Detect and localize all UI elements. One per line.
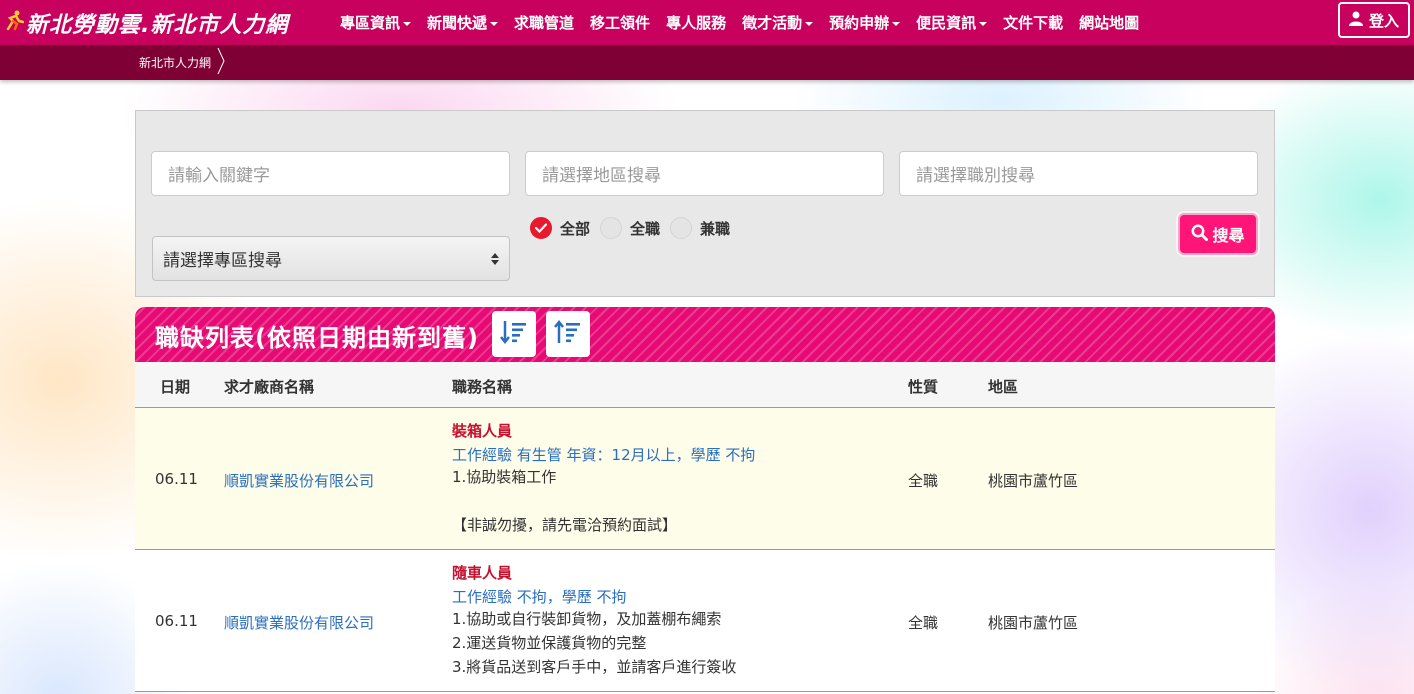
radio-label: 全職	[630, 219, 661, 238]
row-job-cell: 裝箱人員 工作經驗 有生管 年資：12月以上，學歷 不拘 1.協助裝箱工作 【非…	[452, 420, 892, 537]
nav-item-public-info[interactable]: 便民資訊	[908, 12, 995, 33]
job-category-input[interactable]: 請選擇職別搜尋	[899, 151, 1258, 196]
sort-ascending-button[interactable]	[546, 311, 590, 357]
radio-all[interactable]: 全部	[530, 217, 590, 239]
site-name: 新北勞動雲.新北市人力網	[26, 12, 289, 38]
job-desc-line: 2.運送貨物並保護貨物的完整	[452, 634, 647, 652]
user-icon	[1348, 11, 1363, 30]
breadcrumb-bar: 新北市人力網	[0, 45, 1414, 80]
checkmark-icon	[530, 217, 552, 239]
job-description: 1.協助裝箱工作 【非誠勿擾，請先電洽預約面試】	[452, 465, 892, 537]
row-job-type: 全職	[908, 472, 939, 490]
row-company-link[interactable]: 順凱實業股份有限公司	[224, 612, 374, 633]
job-requirements: 工作經驗 不拘，學歷 不拘	[452, 588, 627, 606]
zone-select-value: 請選擇專區搜尋	[163, 251, 282, 271]
nav-item-reservations[interactable]: 預約申辦	[821, 12, 908, 33]
nav-label: 專區資訊	[340, 14, 401, 32]
area-placeholder: 請選擇地區搜尋	[542, 166, 661, 186]
caret-down-icon	[979, 21, 988, 26]
site-logo[interactable]: 新北勞動雲.新北市人力網	[0, 0, 318, 45]
radio-label: 兼職	[700, 219, 731, 238]
main-menu: 專區資訊 新聞快遞 求職管道 移工領件 專人服務 徵才活動 預約申辦 便民資訊 …	[332, 0, 1147, 45]
top-navbar: 新北勞動雲.新北市人力網 專區資訊 新聞快遞 求職管道 移工領件 專人服務 徵才…	[0, 0, 1414, 45]
job-desc-line: 1.協助或自行裝卸貨物，及加蓋棚布繩索	[452, 610, 722, 628]
job-desc-line: 3.將貨品送到客戶手中，並請客戶進行簽收	[452, 658, 737, 676]
job-desc-line: 1.協助裝箱工作	[452, 468, 557, 486]
job-desc-line: 【非誠勿擾，請先電洽預約面試】	[452, 516, 678, 534]
search-panel: 請輸入關鍵字 請選擇地區搜尋 請選擇職別搜尋 請選擇專區搜尋 全部 全職 兼職 …	[135, 110, 1275, 297]
table-row: 06.11 順凱實業股份有限公司 裝箱人員 工作經驗 有生管 年資：12月以上，…	[135, 408, 1275, 550]
nav-label: 便民資訊	[916, 14, 977, 32]
nav-item-recruitment-events[interactable]: 徵才活動	[734, 12, 821, 33]
search-button[interactable]: 搜尋	[1178, 213, 1258, 255]
radio-label: 全部	[560, 219, 591, 238]
row-area: 桃園市蘆竹區	[988, 472, 1079, 490]
column-header-type: 性質	[908, 378, 939, 396]
search-icon	[1191, 224, 1209, 245]
nav-label: 新聞快遞	[427, 14, 488, 32]
radio-circle-icon	[600, 217, 623, 239]
nav-item-downloads[interactable]: 文件下載	[995, 12, 1071, 33]
sort-descending-icon	[499, 319, 529, 349]
radio-full-time[interactable]: 全職	[600, 217, 660, 239]
breadcrumb: 新北市人力網	[139, 45, 225, 80]
nav-label: 移工領件	[590, 14, 651, 32]
nav-label: 文件下載	[1003, 14, 1064, 32]
keyword-input[interactable]: 請輸入關鍵字	[151, 151, 510, 196]
row-company-link[interactable]: 順凱實業股份有限公司	[224, 470, 374, 491]
zone-select[interactable]: 請選擇專區搜尋	[152, 236, 510, 281]
select-arrows-icon	[491, 252, 499, 265]
caret-down-icon	[892, 21, 901, 26]
category-placeholder: 請選擇職別搜尋	[916, 166, 1035, 186]
row-date: 06.11	[155, 470, 198, 488]
caret-down-icon	[805, 21, 814, 26]
job-title-link[interactable]: 隨車人員	[452, 562, 892, 583]
nav-label: 預約申辦	[829, 14, 890, 32]
job-type-radio-group: 全部 全職 兼職	[530, 217, 740, 239]
row-area: 桃園市蘆竹區	[988, 614, 1079, 632]
job-desc-line	[452, 489, 892, 513]
job-title-link[interactable]: 裝箱人員	[452, 420, 892, 441]
radio-circle-icon	[670, 217, 693, 239]
radio-part-time[interactable]: 兼職	[670, 217, 730, 239]
nav-label: 網站地圖	[1079, 14, 1140, 32]
runner-logo-icon	[4, 9, 25, 36]
nav-item-news[interactable]: 新聞快遞	[419, 12, 506, 33]
nav-label: 求職管道	[514, 14, 575, 32]
nav-item-zone-info[interactable]: 專區資訊	[332, 12, 419, 33]
job-list-title: 職缺列表(依照日期由新到舊)	[155, 324, 479, 352]
nav-item-migrant-workers[interactable]: 移工領件	[582, 12, 658, 33]
column-header-company: 求才廠商名稱	[224, 378, 315, 396]
job-list-header: 職缺列表(依照日期由新到舊)	[135, 307, 1275, 362]
job-requirements: 工作經驗 有生管 年資：12月以上，學歷 不拘	[452, 446, 756, 464]
row-job-cell: 隨車人員 工作經驗 不拘，學歷 不拘 1.協助或自行裝卸貨物，及加蓋棚布繩索 2…	[452, 562, 892, 679]
sort-ascending-icon	[553, 319, 583, 349]
nav-label: 專人服務	[666, 14, 727, 32]
table-row: 06.11 順凱實業股份有限公司 隨車人員 工作經驗 不拘，學歷 不拘 1.協助…	[135, 550, 1275, 692]
nav-item-job-channels[interactable]: 求職管道	[506, 12, 582, 33]
search-button-label: 搜尋	[1212, 226, 1245, 245]
nav-label: 徵才活動	[742, 14, 803, 32]
caret-down-icon	[403, 21, 412, 26]
breadcrumb-item-home[interactable]: 新北市人力網	[139, 54, 211, 71]
sort-descending-button[interactable]	[492, 311, 536, 357]
caret-down-icon	[490, 21, 499, 26]
login-button[interactable]: 登入	[1338, 2, 1410, 38]
column-header-area: 地區	[988, 378, 1019, 396]
login-label: 登入	[1368, 11, 1399, 30]
nav-item-personal-service[interactable]: 專人服務	[658, 12, 734, 33]
chevron-right-icon	[217, 47, 225, 78]
area-input[interactable]: 請選擇地區搜尋	[525, 151, 884, 196]
column-header-date: 日期	[160, 378, 191, 396]
keyword-placeholder: 請輸入關鍵字	[168, 166, 270, 186]
job-description: 1.協助或自行裝卸貨物，及加蓋棚布繩索 2.運送貨物並保護貨物的完整 3.將貨品…	[452, 607, 892, 679]
row-job-type: 全職	[908, 614, 939, 632]
nav-item-sitemap[interactable]: 網站地圖	[1071, 12, 1147, 33]
column-header-job: 職務名稱	[452, 378, 513, 396]
row-date: 06.11	[155, 612, 198, 630]
job-table-header: 日期 求才廠商名稱 職務名稱 性質 地區	[135, 362, 1275, 408]
